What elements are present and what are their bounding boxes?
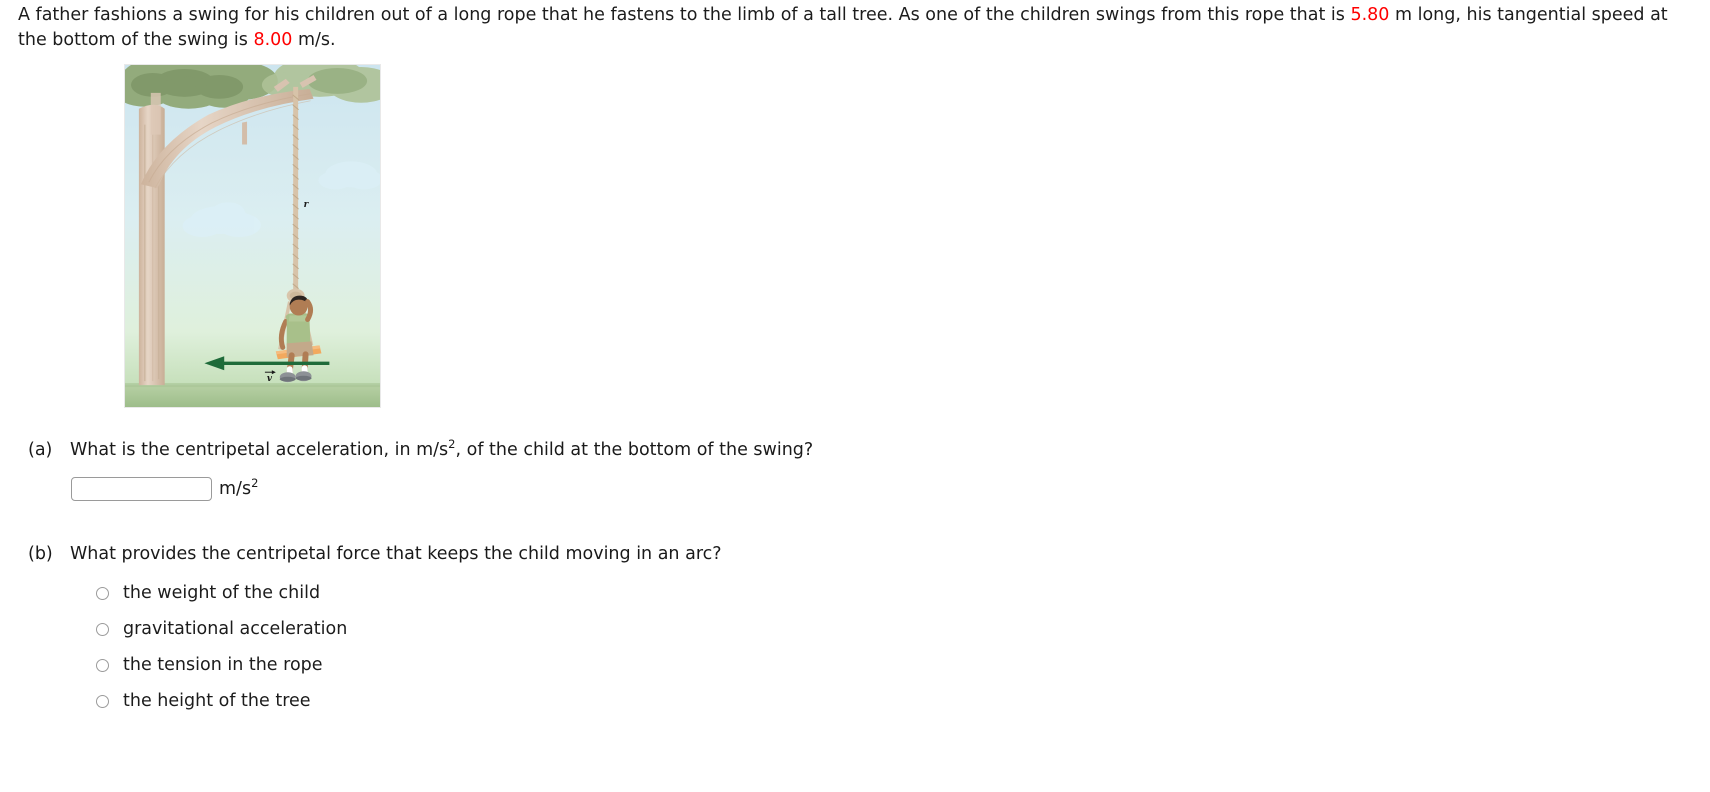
option-label: the height of the tree [123, 691, 311, 711]
answer-unit: m/s2 [219, 476, 259, 499]
option-weight-of-child[interactable]: the weight of the child [96, 575, 347, 611]
tangential-speed-value: 8.00 [253, 30, 293, 50]
part-a-question-after: , of the child at the bottom of the swin… [455, 440, 814, 460]
part-b: (b) What provides the centripetal force t… [28, 542, 722, 566]
radio-icon[interactable] [96, 586, 109, 600]
answer-input-acceleration[interactable] [71, 477, 212, 501]
option-height-of-tree[interactable]: the height of the tree [96, 683, 347, 719]
unit-exponent: 2 [251, 476, 259, 491]
stem-text-part1: A father fashions a swing for his childr… [18, 5, 1351, 25]
option-label: the weight of the child [123, 583, 321, 603]
stem-text-part3: m/s. [292, 30, 336, 50]
unit-base: m/s [219, 479, 252, 499]
swing-illustration: r v [125, 65, 380, 407]
part-b-label: (b) [28, 544, 53, 564]
part-a-question-before: What is the centripetal acceleration, in… [70, 440, 449, 460]
swing-figure: r v [124, 64, 381, 408]
rope-length-value: 5.80 [1350, 5, 1390, 25]
option-tension-in-rope[interactable]: the tension in the rope [96, 647, 347, 683]
option-gravitational-acceleration[interactable]: gravitational acceleration [96, 611, 347, 647]
radio-icon[interactable] [96, 658, 109, 672]
part-b-question: What provides the centripetal force that… [70, 544, 722, 564]
option-label: the tension in the rope [123, 655, 323, 675]
part-a-answer-row: m/s2 [71, 477, 258, 501]
part-b-options: the weight of the child gravitational ac… [96, 575, 347, 719]
radio-icon[interactable] [96, 694, 109, 708]
tree-trunk [138, 104, 165, 386]
part-a-label: (a) [28, 440, 53, 460]
problem-page: A father fashions a swing for his childr… [0, 0, 1710, 792]
radio-icon[interactable] [96, 622, 109, 636]
svg-text:v: v [267, 374, 273, 384]
option-label: gravitational acceleration [123, 619, 348, 639]
part-a: (a) What is the centripetal acceleration,… [28, 438, 813, 462]
problem-statement: A father fashions a swing for his childr… [18, 3, 1698, 53]
